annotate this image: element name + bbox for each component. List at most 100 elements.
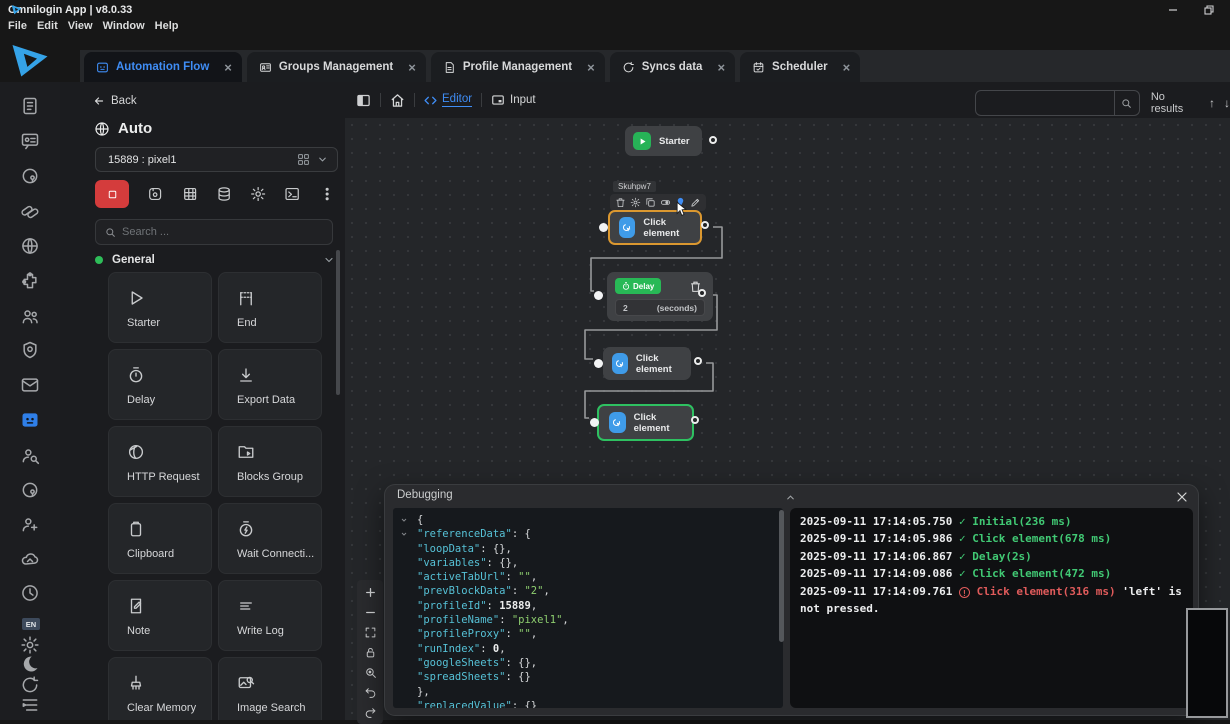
toggle-icon[interactable] [660,197,671,208]
output-port[interactable] [709,136,717,144]
find-next-button[interactable]: ↓ [1224,96,1230,110]
sidebar-item-profile-key[interactable] [20,480,40,500]
input-port[interactable] [599,223,608,232]
palette-block-clipboard[interactable]: Clipboard [108,503,212,574]
input-port[interactable] [590,418,599,427]
node-starter[interactable]: Starter [625,126,702,156]
section-general[interactable]: General [95,254,335,266]
close-icon[interactable] [1174,489,1190,505]
delete-icon[interactable] [615,197,626,208]
sidebar-item-extensions[interactable] [20,271,40,291]
palette-block-clear-memory[interactable]: Clear Memory [108,657,212,720]
redo-button[interactable] [359,702,381,722]
collapse-chevron-icon[interactable] [785,492,796,503]
output-port[interactable] [701,221,709,229]
sidebar-item-tags[interactable] [20,201,40,221]
sidebar-item-history[interactable] [20,583,40,603]
node-click-2[interactable]: Click element [603,347,691,380]
canvas-minimap[interactable] [1186,608,1228,718]
terminal-button[interactable] [284,185,300,203]
duplicate-icon[interactable] [645,197,656,208]
close-icon[interactable]: × [717,61,725,74]
output-port[interactable] [698,289,706,297]
block-search-input[interactable] [122,226,302,238]
undo-button[interactable] [359,682,381,702]
input-view-link[interactable]: Input [491,93,536,107]
tab-scheduler[interactable]: Scheduler× [740,52,860,82]
input-port[interactable] [594,359,603,368]
tab-automation-flow[interactable]: Automation Flow× [84,52,242,82]
editor-view-link[interactable]: Editor [424,93,472,107]
close-icon[interactable]: × [224,61,232,74]
output-port[interactable] [694,357,702,365]
close-icon[interactable]: × [587,61,595,74]
sidebar-item-settings[interactable] [20,635,40,655]
edit-icon[interactable] [690,197,701,208]
panel-scrollbar[interactable] [336,250,340,395]
tab-syncs-data[interactable]: Syncs data× [610,52,735,82]
restore-button[interactable] [1194,0,1224,19]
settings-button[interactable] [250,185,266,203]
output-port[interactable] [691,416,699,424]
sidebar-item-profile-check[interactable] [20,340,40,360]
record-button[interactable] [147,185,163,203]
sidebar-item-automation[interactable] [20,410,40,430]
lock-button[interactable] [359,642,381,662]
sidebar-item-messages[interactable] [20,131,40,151]
palette-block-wait-connecti-[interactable]: Wait Connecti... [218,503,322,574]
sidebar-item-user-add[interactable] [20,514,40,534]
palette-block-http-request[interactable]: HTTP Request [108,426,212,497]
node-click-3[interactable]: Click element [597,404,694,441]
menu-edit[interactable]: Edit [32,19,63,36]
sidebar-item-mail[interactable] [20,375,40,395]
fold-chevron-icon[interactable] [400,530,408,538]
node-delay[interactable]: Delay 2 (seconds) [607,272,713,321]
sidebar-item-menu[interactable] [20,695,40,715]
table-button[interactable] [182,185,198,203]
zoom-out-button[interactable] [359,602,381,622]
more-button[interactable] [319,185,335,203]
menu-help[interactable]: Help [150,19,184,36]
minimize-button[interactable] [1158,0,1188,19]
palette-block-write-log[interactable]: Write Log [218,580,322,651]
sidebar-item-cloud[interactable] [20,549,40,569]
palette-block-image-search[interactable]: Image Search [218,657,322,720]
palette-block-note[interactable]: Note [108,580,212,651]
menu-file[interactable]: File [3,19,32,36]
sidebar-item-team[interactable] [20,306,40,326]
database-button[interactable] [216,185,232,203]
zoom-search-button[interactable] [359,662,381,682]
sidebar-item-notes[interactable] [20,96,40,116]
palette-block-end[interactable]: End [218,272,322,343]
language-badge[interactable]: EN [22,618,40,630]
close-icon[interactable]: × [408,61,416,74]
palette-block-export-data[interactable]: Export Data [218,349,322,420]
debug-json-viewer[interactable]: { "referenceData": { "loopData": {}, "va… [393,508,783,708]
sidebar-toggle-icon[interactable] [356,93,371,108]
find-search-button[interactable] [1115,90,1140,116]
close-icon[interactable]: × [843,61,851,74]
block-search[interactable] [95,219,333,245]
sidebar-item-dark-mode[interactable] [20,654,40,674]
menu-view[interactable]: View [63,19,98,36]
palette-block-starter[interactable]: Starter [108,272,212,343]
fit-view-button[interactable] [359,622,381,642]
sidebar-item-sync[interactable] [20,675,40,695]
stop-button[interactable] [95,180,129,208]
fold-chevron-icon[interactable] [400,516,408,524]
sidebar-item-browser-profile[interactable] [20,166,40,186]
back-button[interactable]: Back [93,95,137,107]
palette-block-blocks-group[interactable]: Blocks Group [218,426,322,497]
delay-seconds-field[interactable]: 2 (seconds) [615,299,705,316]
input-port[interactable] [594,291,603,300]
find-input[interactable] [975,90,1115,116]
tab-profile-management[interactable]: Profile Management× [431,52,605,82]
palette-block-delay[interactable]: Delay [108,349,212,420]
zoom-in-button[interactable] [359,582,381,602]
code-scrollbar[interactable] [779,510,784,706]
home-button[interactable] [390,93,405,108]
profile-select[interactable]: 15889 : pixel1 [95,147,338,172]
sidebar-item-proxy-globe[interactable] [20,236,40,256]
menu-window[interactable]: Window [98,19,150,36]
settings-icon[interactable] [630,197,641,208]
